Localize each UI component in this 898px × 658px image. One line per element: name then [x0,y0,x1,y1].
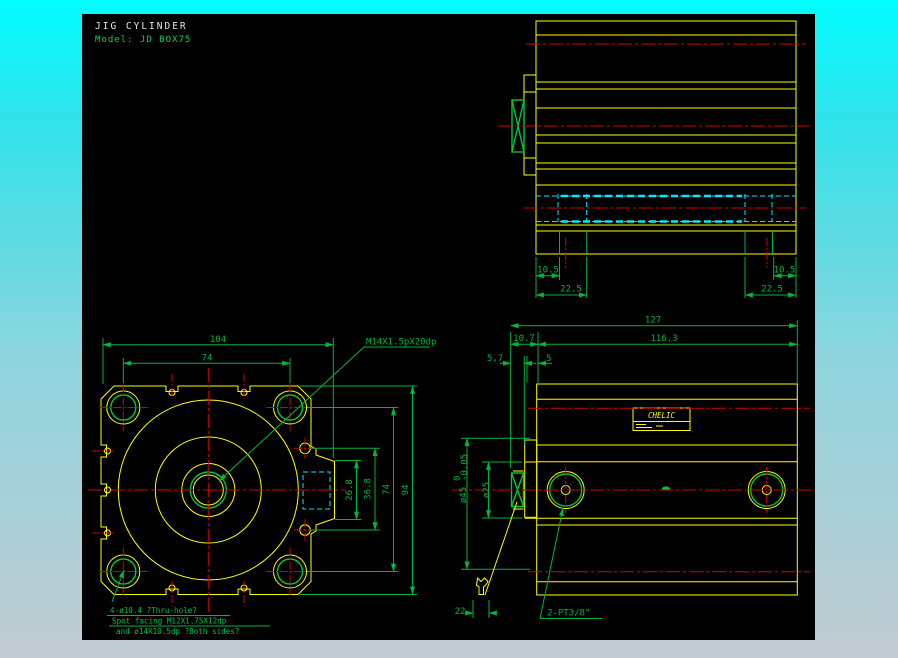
thread-callout: M14X1.5pX20dp [366,338,436,348]
dim-body-length: 116.3 [650,334,677,344]
drawing-model: Model: JD BOX75 [95,35,191,45]
dim-overall-length: 127 [645,316,661,326]
cad-viewport: JIG CYLINDER Model: JD BOX75 10.5 22.5 1… [0,0,898,658]
plate-dia-tol-lower: -0.05 [460,454,470,481]
dim-boss-outer: 36.8 [364,478,374,500]
dim-head-length: 10.7 [513,334,535,344]
dim-slot-left: 22.5 [560,285,582,295]
dim-bolt-pitch-h: 74 [202,354,213,364]
dim-wrench-flats: 22 [455,607,466,617]
dim-port-offset-left: 10.5 [537,266,559,276]
hole-note-line3: and ø14X10.5dp ?Both sides? [116,627,239,636]
drawing-title: JIG CYLINDER [95,21,188,32]
hole-note-line2: Spot facing M12X1.75X12dp [112,617,227,626]
dim-step: 5 [546,354,551,364]
dim-boss-inner: 26.8 [345,479,355,501]
drawing-canvas: JIG CYLINDER Model: JD BOX75 10.5 22.5 1… [82,14,815,640]
dim-bolt-pitch-v: 74 [382,484,392,495]
dim-slot-right: 22.5 [761,285,783,295]
port-callout: 2-PT3/8" [547,609,590,619]
dim-overall-width: 104 [210,335,226,345]
rod-dia-label: ø25 [482,482,492,498]
hole-note-line1: 4-ø10.4 ?Thru-hole? [110,606,197,615]
nameplate-brand: CHELIC [648,411,676,420]
plate-dia-value: ø45 [459,487,469,503]
dim-port-offset-right: 10.5 [774,266,796,276]
dim-body-height: 94 [401,485,411,496]
dim-plate-thickness: 5,7 [487,354,503,364]
